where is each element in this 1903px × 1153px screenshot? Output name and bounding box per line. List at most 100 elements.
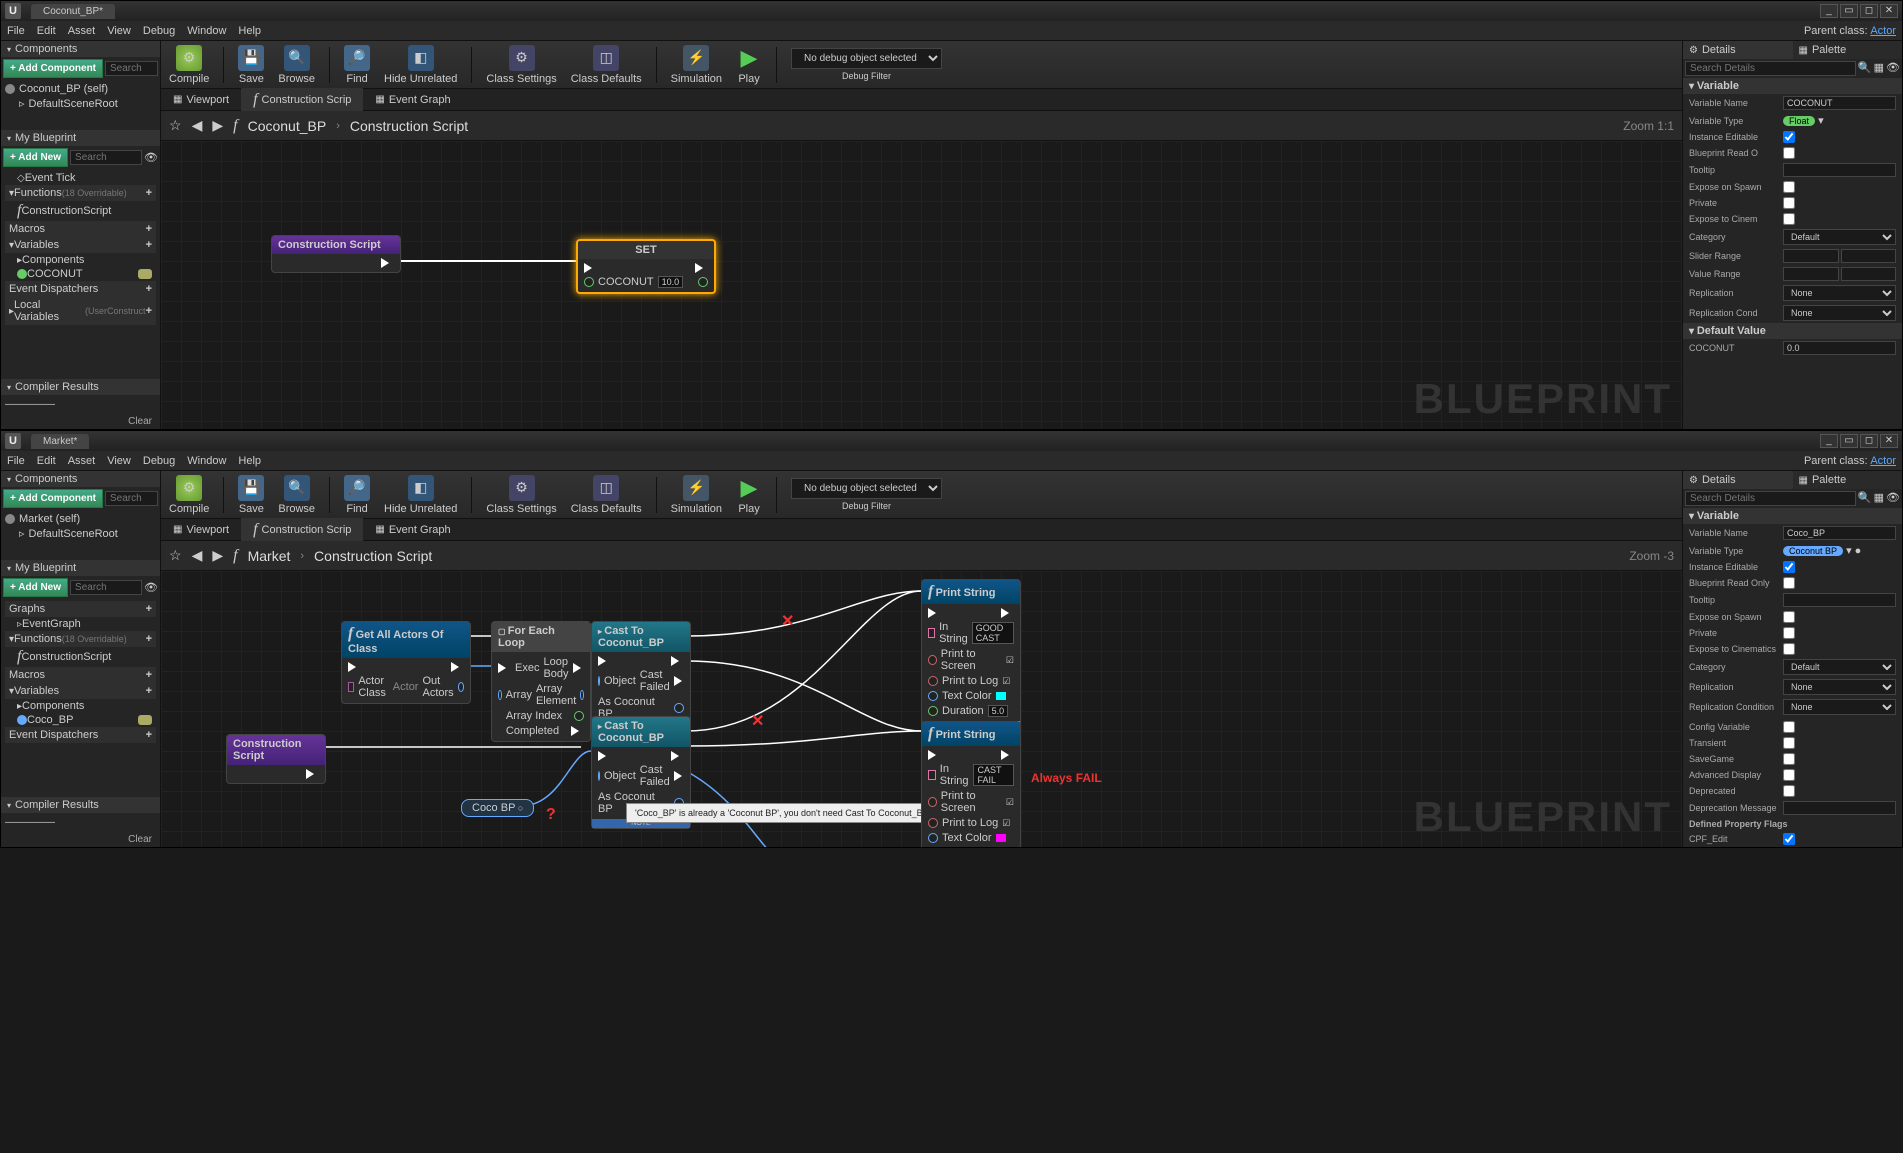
node-set[interactable]: SET COCONUT 10.0 bbox=[576, 239, 716, 294]
breadcrumb-bp[interactable]: Market bbox=[248, 548, 291, 564]
dispatchers-category[interactable]: Event Dispatchers+ bbox=[5, 281, 156, 297]
value-max-input[interactable] bbox=[1841, 267, 1897, 281]
close-icon[interactable]: ✕ bbox=[1880, 434, 1898, 448]
variable-type-select[interactable]: Coconut BP bbox=[1783, 546, 1843, 556]
slider-min-input[interactable] bbox=[1783, 249, 1839, 263]
config-var-checkbox[interactable] bbox=[1783, 721, 1795, 733]
menu-view[interactable]: View bbox=[107, 25, 131, 37]
variable-name-input[interactable] bbox=[1783, 96, 1896, 110]
breadcrumb-page[interactable]: Construction Script bbox=[350, 118, 468, 134]
menu-view[interactable]: View bbox=[107, 455, 131, 467]
default-value-input[interactable] bbox=[1783, 341, 1896, 355]
play-button[interactable]: ▶Play bbox=[736, 475, 762, 515]
node-construction-script[interactable]: Construction Script bbox=[271, 235, 401, 273]
eventgraph-item[interactable]: ▹ EventGraph bbox=[5, 617, 156, 631]
class-defaults-button[interactable]: ◫Class Defaults bbox=[571, 45, 642, 85]
node-get-all-actors[interactable]: f Get All Actors Of Class Actor Class Ac… bbox=[341, 621, 471, 704]
restore-icon[interactable]: ▭ bbox=[1840, 4, 1858, 18]
add-function-icon[interactable]: + bbox=[146, 187, 152, 199]
components-panel-header[interactable]: ▾Components bbox=[1, 471, 160, 487]
back-icon[interactable]: ◀ bbox=[192, 547, 203, 564]
tab-construction[interactable]: f Construction Scrip bbox=[241, 518, 363, 542]
node-print-string-2[interactable]: f Print String In String CAST FAIL Print… bbox=[921, 721, 1021, 847]
tab-eventgraph[interactable]: ▦ Event Graph bbox=[363, 91, 462, 109]
replication-select[interactable]: None bbox=[1783, 679, 1896, 695]
compile-button[interactable]: ⚙Compile bbox=[169, 45, 209, 85]
variable-getter-coco-bp[interactable]: Coco BP ○ bbox=[461, 799, 534, 817]
eye-icon[interactable]: 👁 bbox=[144, 581, 158, 594]
myblueprint-panel-header[interactable]: ▾My Blueprint bbox=[1, 130, 160, 146]
find-button[interactable]: 🔎Find bbox=[344, 475, 370, 515]
tab-viewport[interactable]: ▦ Viewport bbox=[161, 521, 241, 539]
variable-eye-icon[interactable] bbox=[138, 715, 152, 725]
menu-debug[interactable]: Debug bbox=[143, 455, 175, 467]
browse-button[interactable]: 🔍Browse bbox=[278, 475, 315, 515]
value-min-input[interactable] bbox=[1783, 267, 1839, 281]
event-tick-item[interactable]: ◇ Event Tick bbox=[5, 171, 156, 185]
search-icon[interactable]: 🔍 bbox=[1858, 61, 1872, 76]
menu-file[interactable]: File bbox=[7, 455, 25, 467]
myblueprint-panel-header[interactable]: ▾My Blueprint bbox=[1, 560, 160, 576]
instance-editable-checkbox[interactable] bbox=[1783, 561, 1795, 573]
readonly-checkbox[interactable] bbox=[1783, 147, 1795, 159]
menu-window[interactable]: Window bbox=[187, 455, 226, 467]
hide-unrelated-button[interactable]: ◧Hide Unrelated bbox=[384, 45, 457, 85]
favorite-icon[interactable]: ☆ bbox=[169, 547, 182, 564]
debug-object-select[interactable]: No debug object selected bbox=[791, 478, 942, 499]
graphs-category[interactable]: Graphs+ bbox=[5, 601, 156, 617]
component-root[interactable]: Market (self) bbox=[5, 512, 156, 526]
parent-class-link[interactable]: Actor bbox=[1870, 25, 1896, 37]
category-select[interactable]: Default bbox=[1783, 659, 1896, 675]
menu-edit[interactable]: Edit bbox=[37, 25, 56, 37]
cinematics-checkbox[interactable] bbox=[1783, 643, 1795, 655]
functions-category[interactable]: ▾Functions (18 Overridable)+ bbox=[5, 185, 156, 201]
tooltip-input[interactable] bbox=[1783, 163, 1896, 177]
menu-debug[interactable]: Debug bbox=[143, 25, 175, 37]
private-checkbox[interactable] bbox=[1783, 627, 1795, 639]
close-icon[interactable]: ✕ bbox=[1880, 4, 1898, 18]
variables-subcat[interactable]: ▸Components bbox=[5, 699, 156, 713]
details-search-input[interactable] bbox=[1685, 491, 1856, 506]
deprecated-checkbox[interactable] bbox=[1783, 785, 1795, 797]
hide-unrelated-button[interactable]: ◧Hide Unrelated bbox=[384, 475, 457, 515]
menu-help[interactable]: Help bbox=[238, 25, 261, 37]
variables-category[interactable]: ▾Variables+ bbox=[5, 683, 156, 699]
minimize-icon[interactable]: _ bbox=[1820, 4, 1838, 18]
compiler-clear-button[interactable]: Clear bbox=[1, 414, 160, 429]
menu-asset[interactable]: Asset bbox=[68, 455, 96, 467]
node-construction-script[interactable]: Construction Script bbox=[226, 734, 326, 784]
component-scene-root[interactable]: ▹DefaultSceneRoot bbox=[5, 526, 156, 541]
slider-max-input[interactable] bbox=[1841, 249, 1897, 263]
forward-icon[interactable]: ▶ bbox=[212, 547, 223, 564]
save-button[interactable]: 💾Save bbox=[238, 475, 264, 515]
editor-tab-market[interactable]: Market* bbox=[31, 434, 89, 449]
variable-name-input[interactable] bbox=[1783, 526, 1896, 540]
class-settings-button[interactable]: ⚙Class Settings bbox=[486, 475, 556, 515]
parent-class-link[interactable]: Actor bbox=[1870, 455, 1896, 467]
add-new-button[interactable]: + Add New bbox=[3, 578, 68, 597]
advanced-display-checkbox[interactable] bbox=[1783, 769, 1795, 781]
components-panel-header[interactable]: ▾Components bbox=[1, 41, 160, 57]
expose-spawn-checkbox[interactable] bbox=[1783, 611, 1795, 623]
myblueprint-search-input[interactable] bbox=[70, 150, 142, 165]
node-cast-1[interactable]: ▸ Cast To Coconut_BP ObjectCast Failed A… bbox=[591, 621, 691, 725]
breadcrumb-bp[interactable]: Coconut_BP bbox=[248, 118, 327, 134]
simulation-button[interactable]: ⚡Simulation bbox=[671, 475, 722, 515]
view-options-icon[interactable]: ▦ bbox=[1874, 491, 1884, 506]
details-search-input[interactable] bbox=[1685, 61, 1856, 76]
expose-spawn-checkbox[interactable] bbox=[1783, 181, 1795, 193]
restore-icon[interactable]: ▭ bbox=[1840, 434, 1858, 448]
breadcrumb-page[interactable]: Construction Script bbox=[314, 548, 432, 564]
details-cat-variable[interactable]: ▾ Variable bbox=[1683, 78, 1902, 94]
instance-editable-checkbox[interactable] bbox=[1783, 131, 1795, 143]
browse-button[interactable]: 🔍Browse bbox=[278, 45, 315, 85]
tab-viewport[interactable]: ▦ Viewport bbox=[161, 91, 241, 109]
maximize-icon[interactable]: ◻ bbox=[1860, 4, 1878, 18]
macros-category[interactable]: Macros+ bbox=[5, 667, 156, 683]
variable-coconut[interactable]: COCONUT bbox=[5, 267, 156, 281]
back-icon[interactable]: ◀ bbox=[192, 117, 203, 134]
variable-coco-bp[interactable]: Coco_BP bbox=[5, 713, 156, 727]
menu-file[interactable]: File bbox=[7, 25, 25, 37]
tab-details[interactable]: ⚙ Details bbox=[1683, 471, 1793, 489]
dispatchers-category[interactable]: Event Dispatchers+ bbox=[5, 727, 156, 743]
